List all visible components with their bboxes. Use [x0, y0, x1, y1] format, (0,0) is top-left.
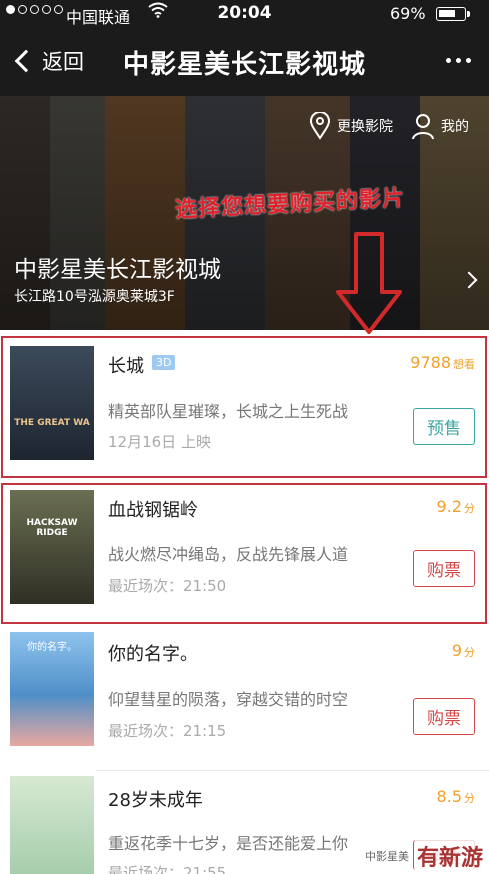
movie-title: 长城: [108, 356, 144, 377]
presale-button[interactable]: 预售: [413, 408, 475, 445]
battery-percent: 69%: [390, 4, 426, 23]
red-arrow-annotation: [336, 232, 402, 334]
movie-schedule: 最近场次：21:15: [108, 722, 227, 740]
banner-actions: 更换影院 我的: [309, 112, 469, 140]
buy-ticket-button[interactable]: 购票: [413, 698, 475, 735]
movie-description: 战火燃尽冲绳岛，反战先锋展人道: [108, 545, 349, 564]
movie-schedule: 最近场次：21:50: [108, 577, 227, 595]
movie-description: 精英部队星璀璨，长城之上生死战: [108, 402, 349, 421]
status-bar: 中国联通 20:04 69%: [0, 0, 489, 28]
movie-title: 28岁未成年: [108, 790, 203, 811]
app-screen: 中国联通 20:04 69% 返回 中影星美长江影视城 更换影院 我的 选择您想…: [0, 0, 489, 874]
battery-icon: [436, 7, 470, 21]
movie-description: 仰望彗星的陨落，穿越交错的时空: [108, 690, 349, 709]
poster-caption: 你的名字。: [27, 642, 77, 653]
navigation-bar: 返回 中影星美长江影视城: [0, 28, 489, 96]
movie-poster: 你的名字。: [10, 632, 94, 746]
movie-item[interactable]: THE GREAT WA 长城 3D 9788 想看 精英部队星璀璨，长城之上生死…: [0, 340, 489, 476]
movie-schedule: 12月16日 上映: [108, 433, 211, 451]
movie-poster: [10, 776, 94, 874]
cinema-address: 长江路10号泓源奥莱城3F: [14, 289, 175, 305]
movie-score: 8.5 分: [436, 787, 475, 806]
movie-description: 重返花季十七岁，是否还能爱上你: [108, 834, 349, 853]
watermark-logo: 有新游: [414, 840, 485, 872]
change-cinema-label: 更换影院: [337, 119, 393, 135]
watermark: 中影星美 有新游: [365, 840, 485, 872]
more-options-icon[interactable]: [446, 58, 471, 63]
movie-score: 9.2 分: [436, 497, 475, 516]
movie-title: 你的名字。: [108, 644, 198, 665]
movie-schedule: 最近场次：21:55: [108, 864, 227, 874]
poster-caption: HACKSAW RIDGE: [26, 518, 78, 538]
poster-caption: THE GREAT WA: [14, 418, 90, 428]
cinema-banner[interactable]: 更换影院 我的 选择您想要购买的影片 中影星美长江影视城 长江路10号泓源奥莱城…: [0, 96, 489, 330]
format-badge: 3D: [152, 355, 176, 370]
page-title: 中影星美长江影视城: [122, 50, 366, 80]
change-cinema-button[interactable]: 更换影院: [309, 112, 393, 140]
watermark-account: 中影星美: [364, 850, 409, 863]
cinema-name: 中影星美长江影视城: [14, 257, 221, 283]
my-account-button[interactable]: 我的: [411, 112, 469, 140]
divider: [96, 770, 489, 771]
movie-item[interactable]: 你的名字。 你的名字。 9分 仰望彗星的陨落，穿越交错的时空 最近场次：21:1…: [0, 628, 489, 768]
user-icon: [412, 114, 434, 140]
movie-score: 9分: [451, 641, 475, 660]
movie-title: 血战钢锯岭: [108, 500, 198, 521]
buy-ticket-button[interactable]: 购票: [413, 550, 475, 587]
movie-item[interactable]: HACKSAW RIDGE 血战钢锯岭 9.2 分 战火燃尽冲绳岛，反战先锋展人道…: [0, 486, 489, 622]
movie-score: 9788 想看: [410, 353, 475, 372]
my-label: 我的: [441, 119, 469, 135]
movie-poster: HACKSAW RIDGE: [10, 490, 94, 604]
location-pin-icon: [309, 112, 331, 140]
movie-poster: THE GREAT WA: [10, 346, 94, 460]
